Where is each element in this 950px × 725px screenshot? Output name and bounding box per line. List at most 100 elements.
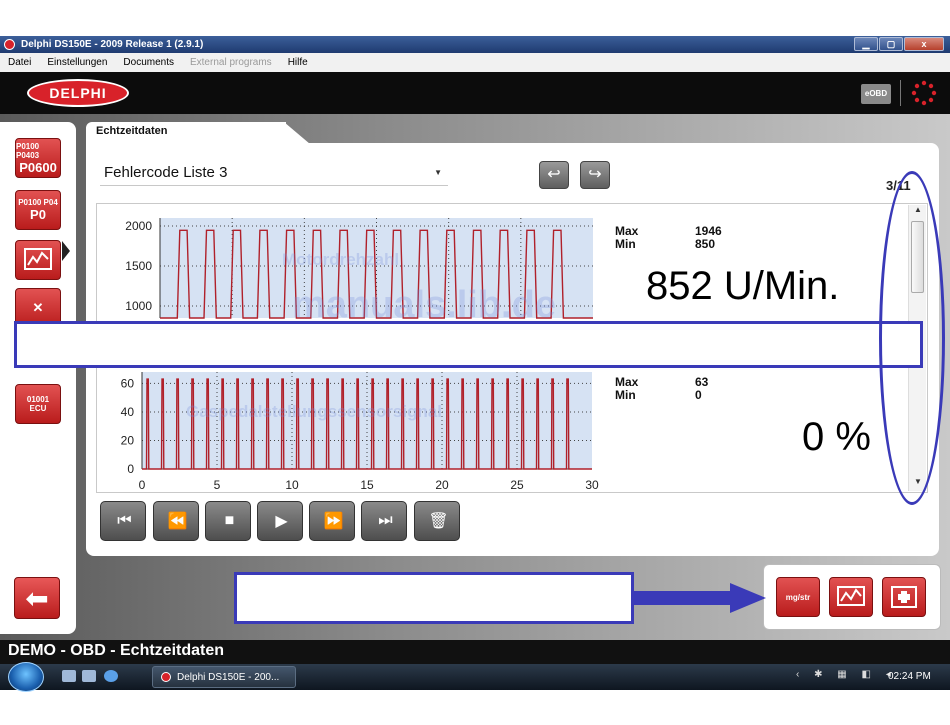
play-button[interactable]: ▶ xyxy=(257,501,303,541)
rpm-current-value: 852 U/Min. xyxy=(646,264,840,308)
eobd-badge: eOBD xyxy=(861,84,891,104)
sidebar-read-dtc-button[interactable]: P0100 P0403 P0600 xyxy=(15,138,61,178)
throttle-x-tick-label: 5 xyxy=(214,478,221,492)
live-data-icon xyxy=(24,248,52,270)
rpm-y-tick-label: 1000 xyxy=(125,299,152,313)
rpm-y-tick-label: 1500 xyxy=(125,259,152,273)
active-indicator-icon xyxy=(62,241,70,261)
window-title: Delphi DS150E - 2009 Release 1 (2.9.1) xyxy=(21,39,204,50)
throttle-x-tick-label: 15 xyxy=(360,478,374,492)
skip-start-icon: ⏮ xyxy=(117,512,132,529)
stop-icon: ■ xyxy=(224,512,235,529)
header-divider xyxy=(900,80,901,106)
throttle-x-tick-label: 30 xyxy=(585,478,599,492)
close-button[interactable]: x xyxy=(904,37,944,51)
window-controls: ▁ ▢ x xyxy=(854,37,944,51)
list-dropdown-value: Fehlercode Liste 3 xyxy=(104,164,228,181)
rpm-min-label: Min xyxy=(615,237,636,251)
throttle-x-tick-label: 0 xyxy=(139,478,146,492)
rpm-min-value: 850 xyxy=(695,237,716,251)
window-title-bar: Delphi DS150E - 2009 Release 1 (2.9.1) ▁… xyxy=(0,36,950,53)
menu-bar: Datei Einstellungen Documents External p… xyxy=(0,53,950,72)
throttle-y-tick-label: 0 xyxy=(127,462,134,476)
freeze-frame-button[interactable] xyxy=(882,577,926,617)
minimize-button[interactable]: ▁ xyxy=(854,37,878,51)
previous-list-button[interactable]: ↩ xyxy=(539,161,569,189)
tab-echtzeitdaten[interactable]: Echtzeitdaten xyxy=(86,122,286,144)
back-button[interactable]: ⬅ xyxy=(14,577,60,619)
rpm-y-tick-label: 2000 xyxy=(125,219,152,233)
graph-mode-button[interactable] xyxy=(829,577,873,617)
maximize-button[interactable]: ▢ xyxy=(879,37,903,51)
units-button[interactable]: mg/str xyxy=(776,577,820,617)
tab-edge xyxy=(284,122,310,144)
list-dropdown[interactable]: Fehlercode Liste 3 ▼ xyxy=(100,160,448,186)
fast-forward-button[interactable]: ⏩ xyxy=(309,501,355,541)
skip-end-icon: ⏭ xyxy=(378,512,393,529)
dtc-clear-icon: P0100 P04 xyxy=(18,198,58,207)
arrow-left-icon: ⬅ xyxy=(25,582,49,614)
menu-einstellungen[interactable]: Einstellungen xyxy=(39,57,115,68)
tools-icon: ✕ xyxy=(32,300,44,315)
graph-mode-icon xyxy=(837,586,865,606)
throttle-max-value: 63 xyxy=(695,375,709,389)
throttle-x-tick-label: 10 xyxy=(285,478,299,492)
sidebar-ecu-info-button[interactable]: 01001 ECU xyxy=(15,384,61,424)
chevron-down-icon: ▼ xyxy=(434,168,442,177)
throttle-y-tick-label: 20 xyxy=(121,433,135,447)
menu-external-programs: External programs xyxy=(189,57,272,68)
first-button[interactable]: ⏮ xyxy=(100,501,146,541)
trash-icon: 🗑 xyxy=(428,513,448,530)
taskbar-app-item[interactable]: Delphi DS150E - 200... xyxy=(152,666,296,688)
throttle-y-tick-label: 60 xyxy=(121,376,135,390)
dtc-read-icon: P0100 P0403 xyxy=(16,141,40,160)
annotation-box-middle xyxy=(14,321,923,368)
fast-forward-icon: ⏩ xyxy=(323,513,344,530)
menu-documents[interactable]: Documents xyxy=(115,57,182,68)
app-icon xyxy=(4,39,15,50)
throttle-graph: 60 40 20 00 5 10 15 20 25 30 xyxy=(121,372,599,492)
stop-button[interactable]: ■ xyxy=(205,501,251,541)
play-icon: ▶ xyxy=(275,513,287,530)
start-button[interactable] xyxy=(8,662,44,692)
ecu-info-icon: 01001 xyxy=(26,395,50,404)
menu-hilfe[interactable]: Hilfe xyxy=(280,57,316,68)
show-desktop-icon[interactable] xyxy=(62,670,76,682)
app-screen: Delphi DS150E - 2009 Release 1 (2.9.1) ▁… xyxy=(0,0,950,725)
delete-button[interactable]: 🗑 xyxy=(414,501,460,541)
throttle-current-value: 0 % xyxy=(802,415,871,459)
rewind-icon: ⏪ xyxy=(167,513,188,530)
internet-explorer-icon[interactable] xyxy=(104,670,118,682)
app-icon xyxy=(161,672,171,682)
delphi-logo: DELPHI xyxy=(27,79,129,107)
status-bar: DEMO - OBD - Echtzeitdaten xyxy=(0,640,950,664)
throttle-max-label: Max xyxy=(615,375,639,389)
rpm-max-label: Max xyxy=(615,224,639,238)
taskbar-clock: 02:24 PM xyxy=(888,671,931,682)
throttle-x-tick-label: 25 xyxy=(510,478,524,492)
sidebar-live-data-button[interactable] xyxy=(15,240,61,280)
ecu-info-label: ECU xyxy=(29,404,47,413)
throttle-y-tick-label: 40 xyxy=(121,405,135,419)
rewind-button[interactable]: ⏪ xyxy=(153,501,199,541)
sidebar-clear-dtc-button[interactable]: P0100 P04 P0 xyxy=(15,190,61,230)
annotation-arrow-icon xyxy=(632,583,766,613)
last-button[interactable]: ⏭ xyxy=(361,501,407,541)
explorer-icon[interactable] xyxy=(82,670,96,682)
taskbar-app-label: Delphi DS150E - 200... xyxy=(177,671,280,683)
menu-datei[interactable]: Datei xyxy=(0,57,39,68)
throttle-x-tick-label: 20 xyxy=(435,478,449,492)
next-list-button[interactable]: ↪ xyxy=(580,161,610,189)
brand-header: DELPHI xyxy=(0,72,950,114)
freeze-frame-icon xyxy=(891,586,917,608)
dtc-clear-code: P0 xyxy=(30,207,46,222)
series1-watermark: Motordrehzahl xyxy=(282,250,400,269)
left-sidebar: P0100 P0403 P0600 P0100 P04 P0 ✕ 01001 E… xyxy=(0,122,76,634)
series2-watermark: Gaspedalstellungssensorsignal xyxy=(186,402,443,421)
system-tray-icons[interactable]: ‹ ✱ ▦ ◧ ◂ xyxy=(796,669,897,680)
annotation-box-bottom xyxy=(234,572,634,624)
throttle-min-value: 0 xyxy=(695,388,702,402)
throttle-min-label: Min xyxy=(615,388,636,402)
units-icon: mg/str xyxy=(785,592,811,602)
rpm-max-value: 1946 xyxy=(695,224,722,238)
